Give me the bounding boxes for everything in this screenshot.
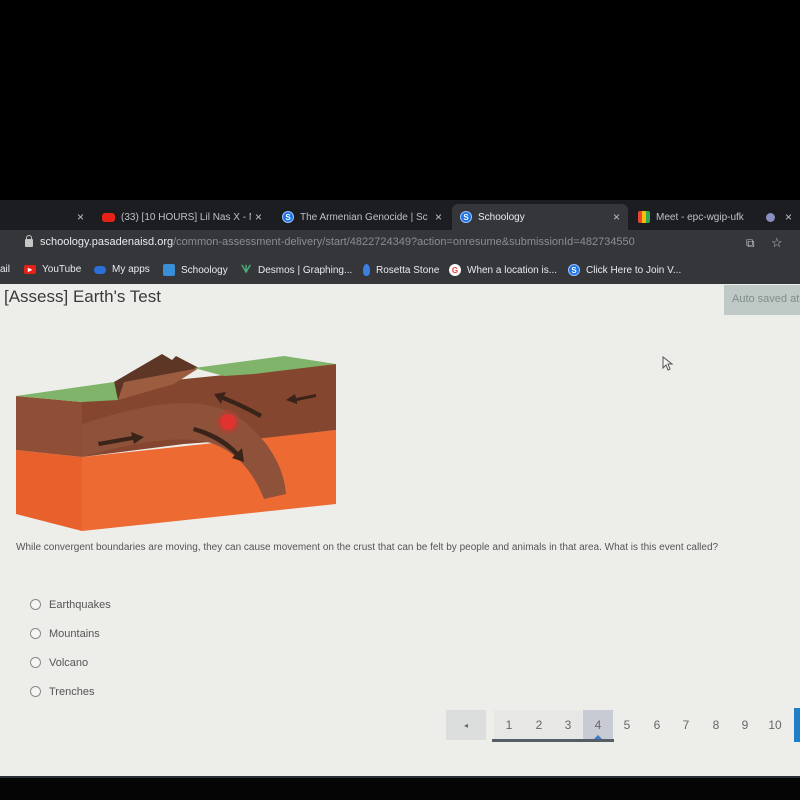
- bookmark-google[interactable]: G When a location is...: [449, 264, 557, 276]
- bookmark-join[interactable]: S Click Here to Join V...: [568, 264, 681, 276]
- close-icon[interactable]: ×: [785, 210, 792, 224]
- tab-0[interactable]: ×: [0, 204, 90, 230]
- bookmark-my-apps[interactable]: My apps: [94, 264, 150, 275]
- bookmark-gmail[interactable]: ail: [0, 264, 10, 275]
- bookmark-label: ail: [0, 264, 11, 275]
- page-8[interactable]: 8: [701, 710, 731, 740]
- screen: × (33) [10 HOURS] Lil Nas X - M × S The …: [0, 0, 800, 800]
- plate-boundary-figure: [16, 354, 336, 531]
- tab-title: Meet - epc-wgip-ufk: [656, 211, 744, 223]
- mouse-cursor-icon: [662, 356, 674, 371]
- close-icon[interactable]: ×: [435, 210, 442, 224]
- schoology-icon: S: [282, 211, 294, 223]
- close-icon[interactable]: ×: [255, 210, 262, 224]
- option-label: Trenches: [49, 685, 95, 698]
- browser-chrome: × (33) [10 HOURS] Lil Nas X - M × S The …: [0, 200, 800, 284]
- page-9[interactable]: 9: [730, 710, 760, 740]
- page-title: [Assess] Earth's Test: [4, 287, 161, 306]
- google-icon: G: [449, 264, 461, 276]
- bookmark-label: Rosetta Stone: [376, 264, 440, 276]
- schoology-icon: S: [568, 264, 580, 276]
- address-bar[interactable]: schoology.pasadenaisd.org/common-assessm…: [0, 230, 800, 258]
- bookmark-label: When a location is...: [467, 264, 558, 276]
- mantle-front: [16, 450, 82, 531]
- option-label: Earthquakes: [49, 598, 111, 611]
- loading-icon: [766, 212, 775, 222]
- radio-button[interactable]: [30, 628, 41, 639]
- page-1[interactable]: 1: [494, 710, 524, 740]
- schoology-icon: S: [460, 211, 472, 223]
- option-volcano[interactable]: Volcano: [30, 648, 111, 677]
- tab-meet[interactable]: Meet - epc-wgip-ufk: [634, 204, 754, 230]
- bookmarks-bar: ail ▸ YouTube My apps Schoology ᗐ Desmos…: [0, 258, 800, 284]
- desmos-icon: ᗐ: [240, 263, 252, 276]
- url[interactable]: schoology.pasadenaisd.org/common-assessm…: [40, 236, 635, 248]
- page-7[interactable]: 7: [671, 710, 701, 740]
- option-trenches[interactable]: Trenches: [30, 677, 111, 706]
- assessment-page: [Assess] Earth's Test Auto saved at Whil…: [0, 284, 800, 776]
- current-page-indicator: [594, 735, 602, 739]
- lock-icon: [25, 235, 33, 247]
- tab-youtube[interactable]: (33) [10 HOURS] Lil Nas X - M ×: [98, 204, 268, 230]
- tab-loading[interactable]: ×: [760, 204, 800, 230]
- bookmark-label: Click Here to Join V...: [586, 264, 682, 276]
- page-5[interactable]: 5: [612, 710, 642, 740]
- star-icon[interactable]: ☆: [771, 235, 783, 251]
- radio-button[interactable]: [30, 686, 41, 697]
- tab-armenian-genocide[interactable]: S The Armenian Genocide | Sch ×: [280, 204, 448, 230]
- taskbar: [0, 776, 800, 800]
- meet-icon: [638, 211, 650, 223]
- option-label: Volcano: [49, 656, 89, 669]
- bookmark-youtube[interactable]: ▸ YouTube: [24, 264, 81, 275]
- bookmark-rosetta-stone[interactable]: Rosetta Stone: [363, 264, 439, 276]
- bookmark-label: Schoology: [181, 264, 228, 276]
- progress-bar: [492, 739, 614, 742]
- radio-button[interactable]: [30, 599, 41, 610]
- schoology-app-icon: [163, 264, 175, 276]
- option-label: Mountains: [49, 627, 100, 640]
- tab-schoology[interactable]: S Schoology ×: [452, 204, 628, 230]
- page-2[interactable]: 2: [524, 710, 554, 740]
- page-6[interactable]: 6: [642, 710, 672, 740]
- url-domain: schoology.pasadenaisd.org: [40, 236, 174, 248]
- previous-button[interactable]: ◂: [446, 710, 486, 740]
- next-button[interactable]: [794, 708, 800, 742]
- bookmark-label: My apps: [112, 264, 150, 275]
- option-mountains[interactable]: Mountains: [30, 619, 111, 648]
- translate-icon[interactable]: ⧉: [746, 236, 755, 251]
- autosave-badge: Auto saved at: [724, 285, 800, 315]
- tab-title: The Armenian Genocide | Sch: [300, 211, 428, 223]
- tab-title: (33) [10 HOURS] Lil Nas X - M: [121, 211, 251, 223]
- close-icon[interactable]: ×: [613, 210, 620, 224]
- radio-button[interactable]: [30, 657, 41, 668]
- cloud-icon: [94, 265, 106, 274]
- bookmark-desmos[interactable]: ᗐ Desmos | Graphing...: [240, 263, 353, 276]
- bookmark-schoology[interactable]: Schoology: [163, 264, 228, 276]
- bookmark-label: Desmos | Graphing...: [258, 264, 353, 276]
- youtube-icon: [102, 212, 115, 222]
- tab-title: Schoology: [478, 211, 525, 223]
- option-earthquakes[interactable]: Earthquakes: [30, 590, 111, 619]
- page-3[interactable]: 3: [553, 710, 583, 740]
- rosetta-icon: [363, 264, 370, 276]
- bookmark-label: YouTube: [42, 264, 82, 275]
- url-path: /common-assessment-delivery/start/482272…: [173, 236, 635, 248]
- crust-front: [16, 396, 82, 457]
- youtube-icon: ▸: [24, 265, 36, 274]
- tab-bar: × (33) [10 HOURS] Lil Nas X - M × S The …: [0, 200, 800, 230]
- close-icon[interactable]: ×: [77, 210, 84, 224]
- question-text: While convergent boundaries are moving, …: [16, 542, 719, 553]
- page-10[interactable]: 10: [760, 710, 790, 740]
- answer-options: Earthquakes Mountains Volcano Trenches: [30, 590, 111, 706]
